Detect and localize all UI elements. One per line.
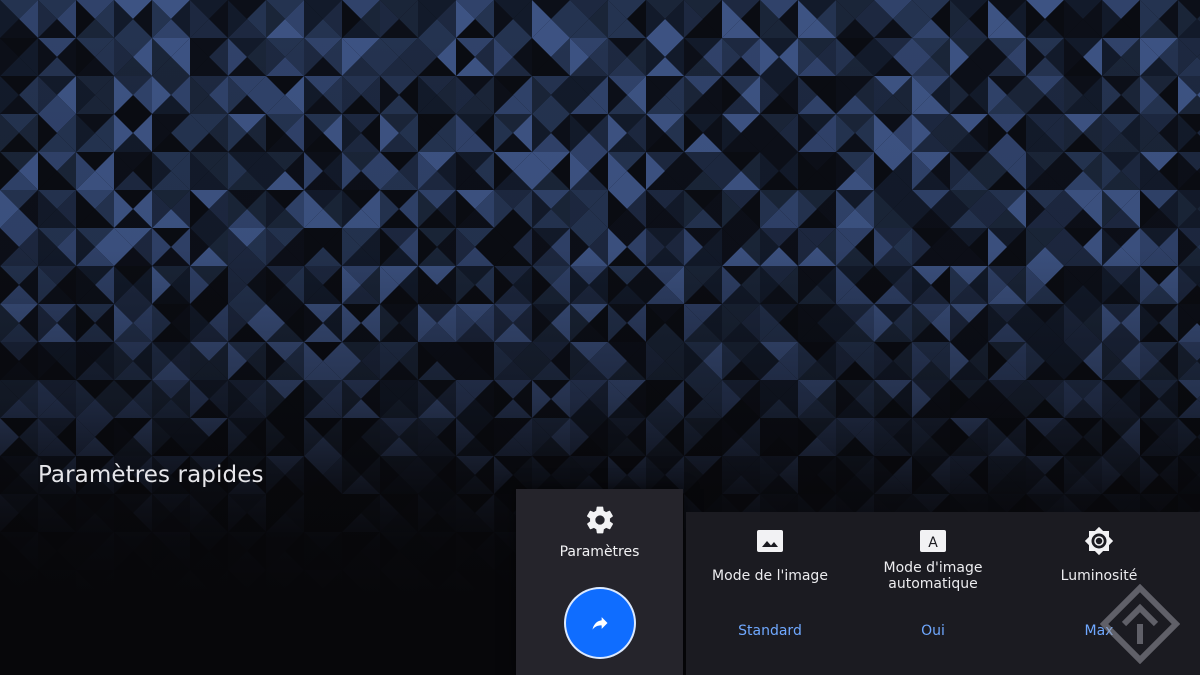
open-settings-button[interactable] [564,587,636,659]
panel-title: Paramètres rapides [38,462,264,488]
tile-picture-mode-name: Mode de l'image [712,568,828,584]
tile-brightness-name: Luminosité [1060,568,1138,584]
settings-card-label: Paramètres [559,544,640,560]
svg-text:A: A [928,535,938,551]
image-icon [757,530,783,552]
tile-auto-picture-mode[interactable]: A Mode d'image automatique Oui [849,512,1017,675]
settings-card[interactable]: Paramètres [516,489,683,675]
watermark-logo-icon [1100,584,1180,664]
brightness-icon [1084,526,1114,556]
tile-picture-mode[interactable]: Mode de l'image Standard [686,512,854,675]
auto-a-icon: A [920,530,946,552]
tile-auto-picture-mode-name-line2: automatique [888,576,978,592]
arrow-forward-icon [592,617,608,630]
tile-picture-mode-value: Standard [738,623,802,639]
quick-settings-screen: Paramètres rapides Paramètres Mode de l'… [0,0,1200,675]
tile-auto-picture-mode-name-line1: Mode d'image [883,560,983,576]
gear-icon [586,506,614,534]
tile-auto-picture-mode-value: Oui [921,623,945,639]
